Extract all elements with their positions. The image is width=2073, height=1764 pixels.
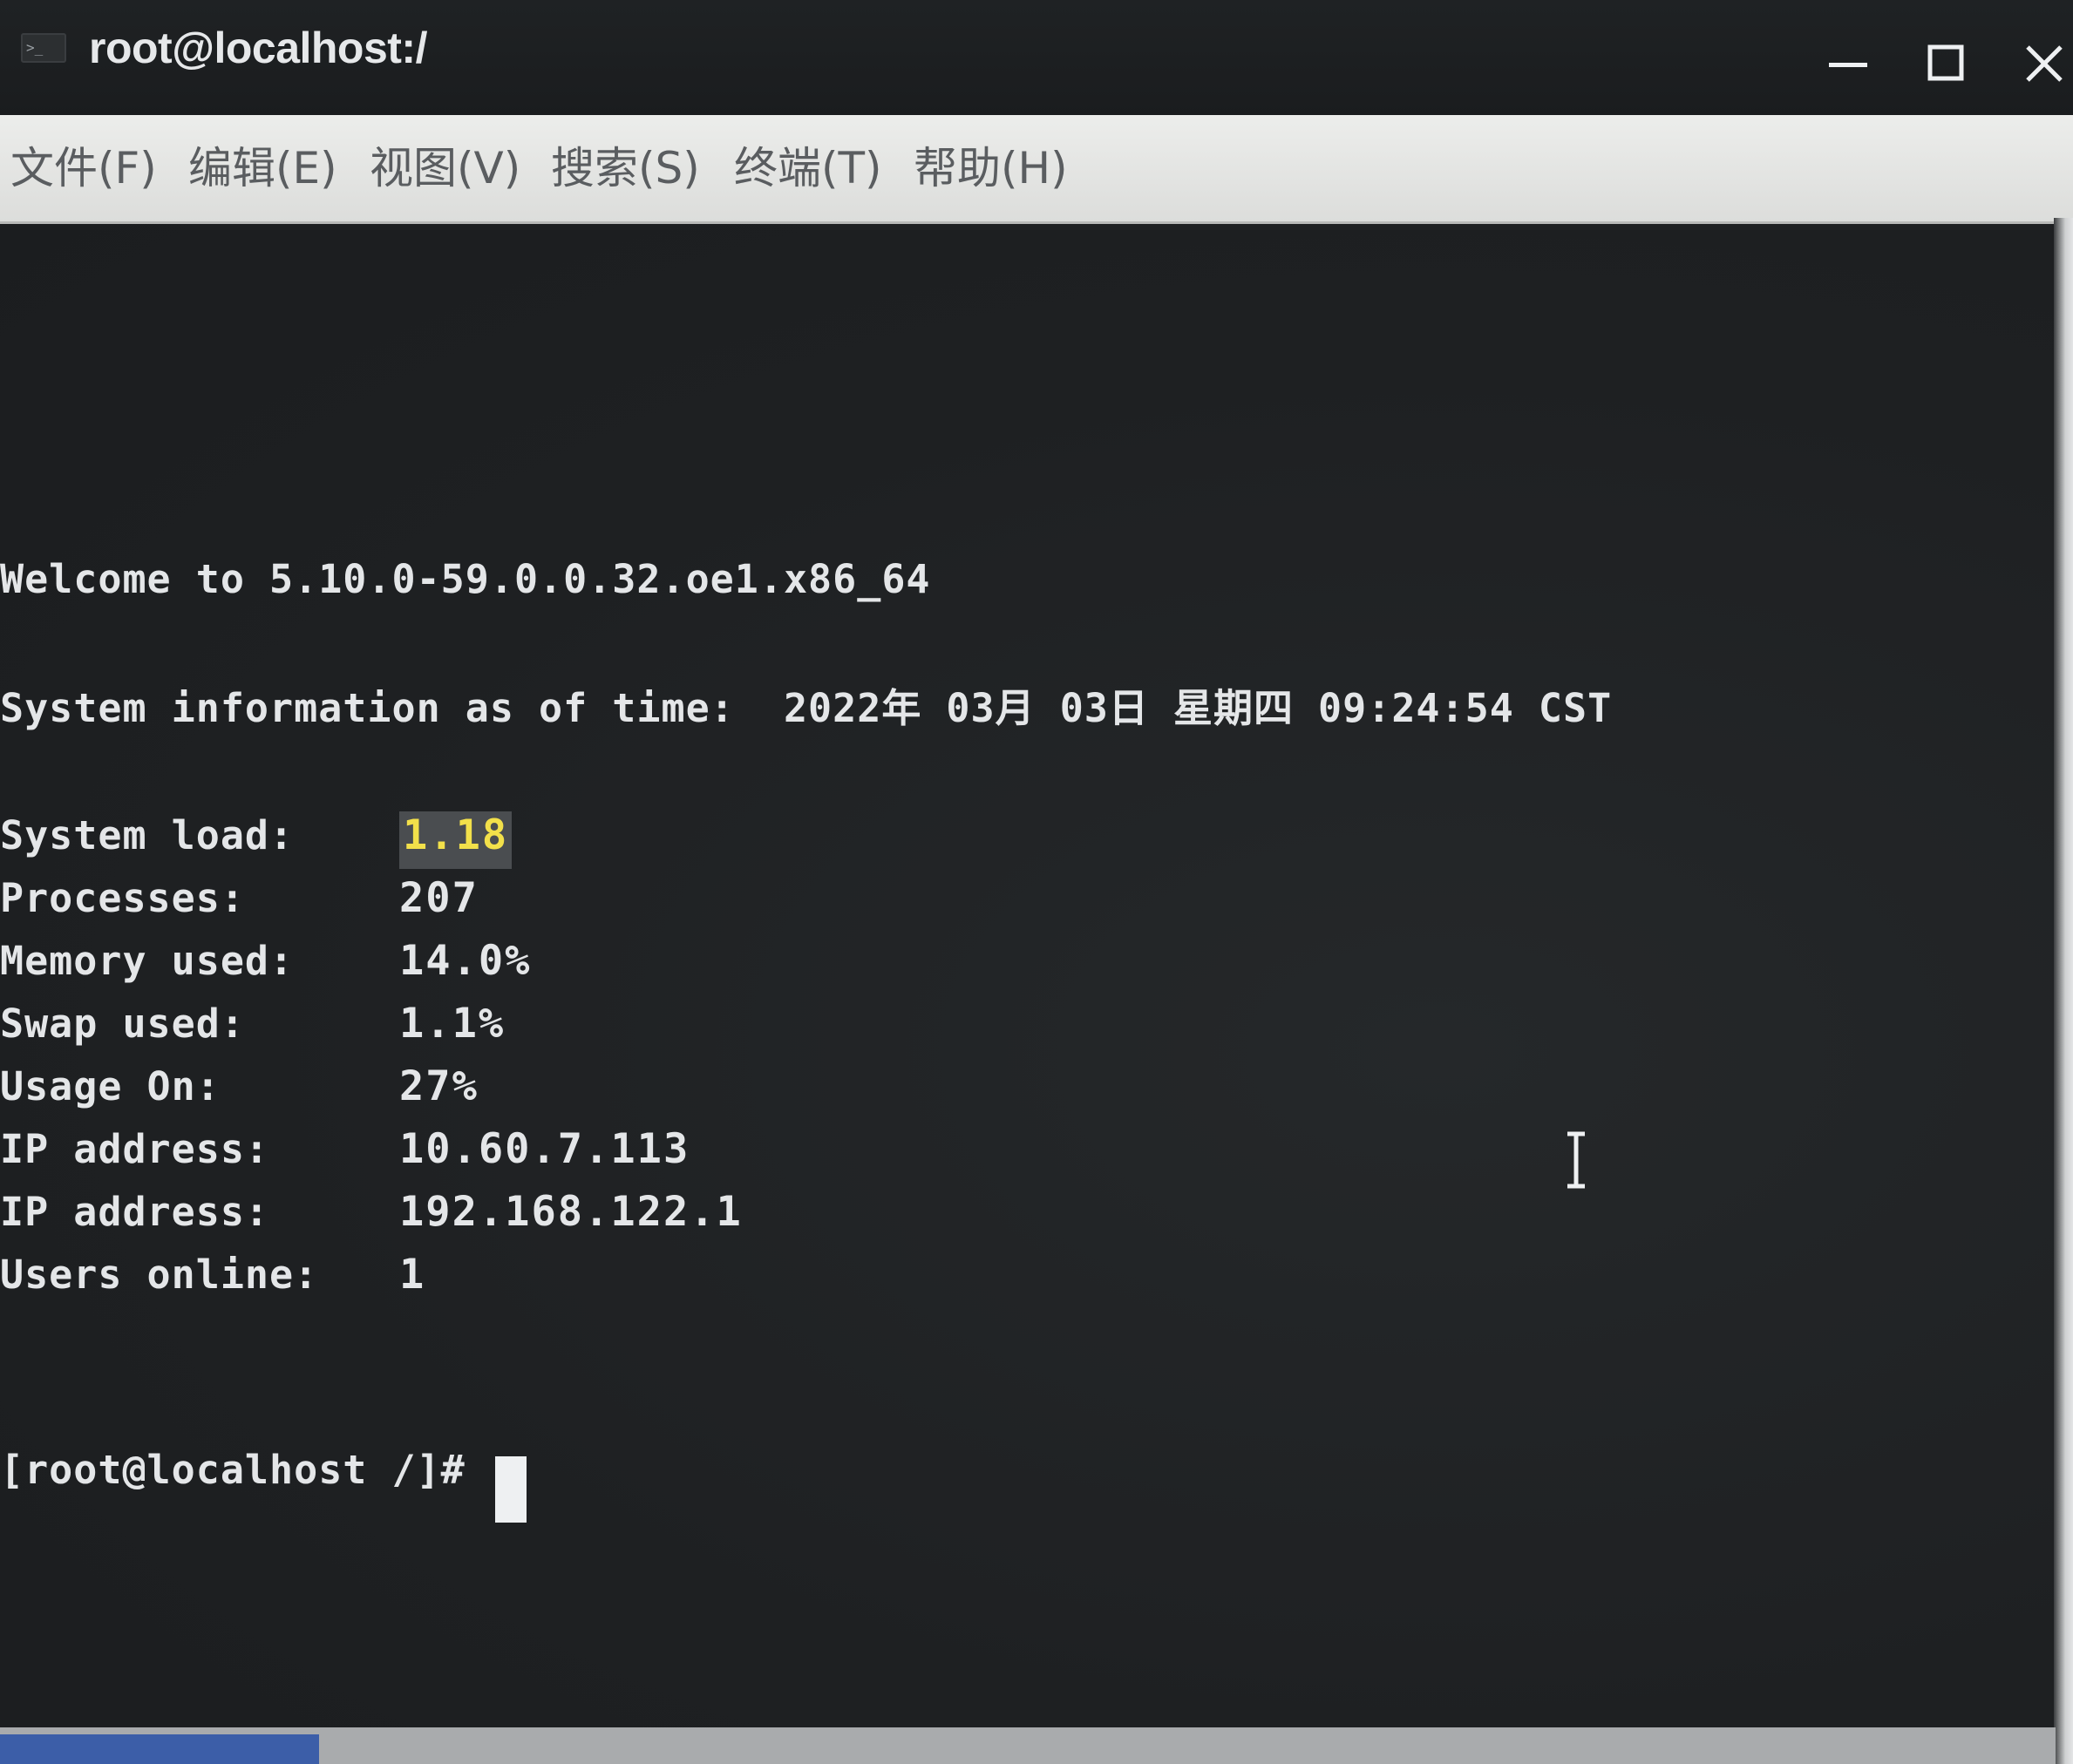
title-bar[interactable]: >_ root@localhost:/ (0, 0, 2073, 122)
close-icon (2026, 45, 2063, 82)
stat-value: 192.168.122.1 (399, 1188, 743, 1236)
system-info-time: System information as of time: 2022年 03月… (0, 685, 1613, 731)
menu-terminal[interactable]: 终端(T) (734, 139, 882, 197)
stat-value: 27% (399, 1062, 479, 1110)
taskbar-item[interactable] (0, 1734, 319, 1764)
maximize-icon (1927, 44, 1964, 81)
stat-value: 10.60.7.113 (399, 1125, 690, 1173)
stat-value: 207 (399, 874, 479, 922)
stat-value: 1 (399, 1251, 426, 1299)
window-title: root@localhost:/ (89, 24, 427, 72)
stat-label: IP address: (0, 1126, 270, 1172)
stat-value: 14.0% (399, 937, 532, 985)
menu-file[interactable]: 文件(F) (10, 139, 157, 197)
stat-label: IP address: (0, 1189, 270, 1235)
stat-label: Usage On: (0, 1063, 221, 1109)
menu-bar: 文件(F) 编辑(E) 视图(V) 搜索(S) 终端(T) 帮助(H) (0, 115, 2073, 224)
menu-view[interactable]: 视图(V) (370, 139, 520, 197)
stat-value: 1.18 (399, 811, 513, 869)
minimize-button[interactable] (1818, 33, 1879, 94)
menu-search[interactable]: 搜索(S) (551, 139, 700, 197)
menu-edit[interactable]: 编辑(E) (188, 139, 337, 197)
close-button[interactable] (2014, 33, 2073, 94)
ibeam-cursor-icon (1560, 1130, 1592, 1190)
terminal-icon: >_ (21, 33, 66, 63)
maximize-button[interactable] (1916, 33, 1977, 94)
terminal-window: >_ root@localhost:/ 文件(F) 编辑(E) 视图(V) 搜索… (0, 0, 2073, 1764)
shell-prompt: [root@localhost /]# (0, 1447, 490, 1493)
welcome-message: Welcome to 5.10.0-59.0.0.32.oe1.x86_64 (0, 556, 931, 602)
minimize-icon (1829, 63, 1867, 67)
stat-value: 1.1% (399, 1000, 506, 1048)
menu-help[interactable]: 帮助(H) (914, 139, 1068, 197)
terminal-output[interactable]: Welcome to 5.10.0-59.0.0.32.oe1.x86_64 S… (0, 224, 2056, 1727)
stat-label: Swap used: (0, 1001, 245, 1047)
stat-label: Processes: (0, 875, 245, 921)
stat-label: System load: (0, 812, 295, 858)
stat-label: Memory used: (0, 938, 295, 984)
stat-label: Users online: (0, 1252, 319, 1298)
window-right-edge (2054, 218, 2073, 1764)
terminal-cursor (495, 1456, 527, 1523)
